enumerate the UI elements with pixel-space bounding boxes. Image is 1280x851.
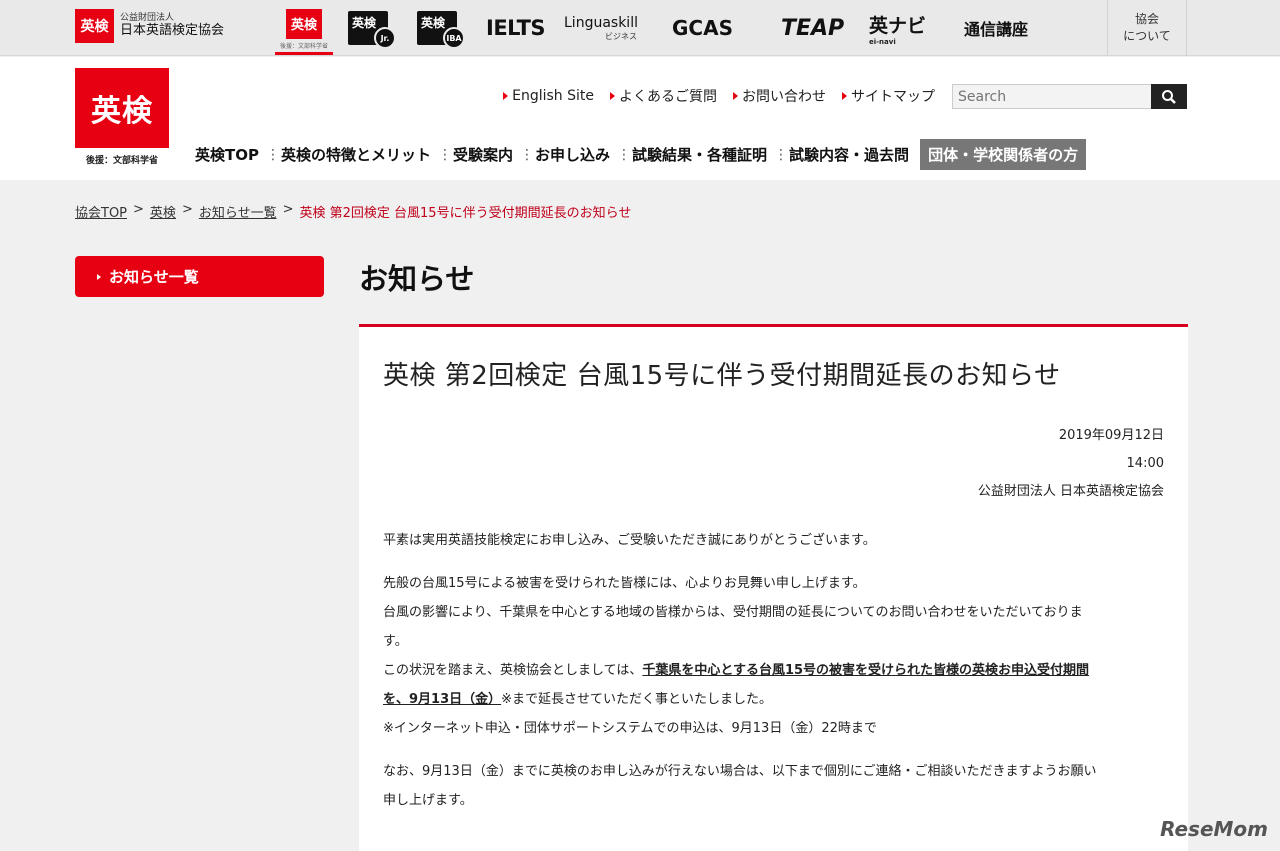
util-link-sitemap[interactable]: サイトマップ <box>842 86 935 106</box>
article-meta: 2019年09月12日 14:00 公益財団法人 日本英語検定協会 <box>383 422 1164 506</box>
arrow-right-icon <box>610 92 615 100</box>
org-name-label: 日本英語検定協会 <box>120 22 225 38</box>
breadcrumb-separator: > <box>181 202 193 217</box>
nav-apply[interactable]: お申し込み <box>528 144 617 165</box>
org-logo[interactable]: 英検 公益財団法人 日本英語検定協会 <box>75 9 224 43</box>
brand-linguaskill[interactable]: Linguaskill ビジネス <box>564 6 638 50</box>
text-span: ※まで延長させていただく事といたしました。 <box>501 692 773 707</box>
breadcrumb-separator: > <box>282 202 294 217</box>
jr-badge-text: 英検 <box>352 16 377 30</box>
about-line1: 協会 <box>1134 12 1159 27</box>
brand-eiken-iba[interactable]: 英検 IBA <box>417 6 465 50</box>
main-eiken-logo[interactable]: 英検 <box>75 68 169 148</box>
breadcrumb-news-link[interactable]: お知らせ一覧 <box>199 202 277 221</box>
jr-circle-badge: Jr. <box>374 27 396 49</box>
emphasized-text: 千葉県を中心とする台風15号の被害を受けられた皆様の英検お申込受付期間 <box>642 663 1090 678</box>
util-link-english-site[interactable]: English Site <box>503 86 594 106</box>
global-nav: 英検TOP ⋮ 英検の特徴とメリット ⋮ 受験案内 ⋮ お申し込み ⋮ 試験結果… <box>188 139 1087 170</box>
text-line: ※インターネット申込・団体サポートシステムでの申込は、9月13日（金）22時まで <box>383 721 877 736</box>
search-button[interactable] <box>1151 84 1187 109</box>
gcas-logo-text: GCAS <box>672 16 733 40</box>
article-title: 英検 第2回検定 台風15号に伴う受付期間延長のお知らせ <box>383 361 1061 391</box>
article-time: 14:00 <box>1126 456 1164 471</box>
utility-links: English Site よくあるご質問 お問い合わせ サイトマップ <box>503 86 935 106</box>
paragraph: なお、9月13日（金）までに英検のお申し込みが行えない場合は、以下まで個別にご連… <box>383 757 1164 815</box>
page-title: お知らせ <box>359 262 475 296</box>
nav-results[interactable]: 試験結果・各種証明 <box>625 144 774 165</box>
brand-ielts[interactable]: IELTS <box>486 6 546 50</box>
nav-divider: ⋮ <box>438 146 452 163</box>
brand-correspondence[interactable]: 通信講座 <box>964 6 1028 50</box>
arrow-right-icon <box>503 92 509 100</box>
top-brand-bar: 英検 公益財団法人 日本英語検定協会 英検 後援：文部科学省 英検 Jr. 英検 I… <box>0 0 1280 56</box>
arrow-right-icon <box>842 92 847 100</box>
nav-exam-guide[interactable]: 受験案内 <box>446 144 520 165</box>
text-line: なお、9月13日（金）までに英検のお申し込みが行えない場合は、以下まで個別にご連… <box>383 764 1097 779</box>
iba-badge-text: 英検 <box>421 16 446 30</box>
paragraph: 平素は実用英語技能検定にお申し込み、ご受験いただき誠にありがとうございます。 <box>383 533 876 548</box>
article: 英検 第2回検定 台風15号に伴う受付期間延長のお知らせ 2019年09月12日… <box>359 324 1188 851</box>
article-date: 2019年09月12日 <box>1058 428 1164 443</box>
eikennavi-sub-label: ei-navi <box>869 37 896 46</box>
eiken-tab-caption: 後援：文部科学省 <box>279 42 328 50</box>
nav-divider: ⋮ <box>774 146 788 163</box>
text-line: 先般の台風15号による被害を受けられた皆様には、心よりお見舞い申し上げます。 <box>383 576 866 591</box>
breadcrumb-eiken-link[interactable]: 英検 <box>150 202 176 221</box>
text-line: を、9月13日（金）※まで延長させていただく事といたしました。 <box>383 685 1164 714</box>
paragraph: 先般の台風15号による被害を受けられた皆様には、心よりお見舞い申し上げます。 台… <box>383 569 1164 743</box>
util-link-label: サイトマップ <box>851 89 935 105</box>
text-line: この状況を踏まえ、英検協会としましては、千葉県を中心とする台風15号の被害を受け… <box>383 656 1164 685</box>
article-body: 平素は実用英語技能検定にお申し込み、ご受験いただき誠にありがとうございます。 先… <box>383 526 1164 815</box>
logo-caption: 後援：文部科学省 <box>85 156 158 166</box>
linguaskill-sub-label: ビジネス <box>604 31 637 41</box>
arrow-right-icon <box>733 92 738 100</box>
iba-circle-badge: IBA <box>443 27 465 49</box>
util-link-label: よくあるご質問 <box>619 89 717 105</box>
eiken-badge: 英検 <box>286 8 322 39</box>
nav-divider: ⋮ <box>617 146 631 163</box>
text-line: 台風の影響により、千葉県を中心とする地域の皆様からは、受付期間の延長についてのお… <box>383 605 1083 620</box>
nav-features[interactable]: 英検の特徴とメリット <box>274 144 438 165</box>
teap-logo-text: TEAP <box>781 15 845 41</box>
brand-gcas[interactable]: GCAS <box>672 6 733 50</box>
text-line: す。 <box>383 634 408 649</box>
site-header: 英検 後援：文部科学省 English Site よくあるご質問 お問い合わせ … <box>0 57 1280 180</box>
breadcrumb-home-link[interactable]: 協会TOP <box>75 202 127 221</box>
ielts-logo-text: IELTS <box>486 16 546 40</box>
nav-eiken-top[interactable]: 英検TOP <box>188 144 266 165</box>
text-line: 申し上げます。 <box>383 793 473 808</box>
nav-divider: ⋮ <box>520 146 534 163</box>
article-org: 公益財団法人 日本英語検定協会 <box>977 484 1164 499</box>
news-list-button[interactable]: お知らせ一覧 <box>75 256 324 297</box>
org-logo-badge: 英検 <box>75 9 114 43</box>
util-link-label: English Site <box>512 88 594 104</box>
breadcrumb: 協会TOP > 英検 > お知らせ一覧 > 英検 第2回検定 台風15号に伴う受… <box>75 202 631 221</box>
nav-past-exams[interactable]: 試験内容・過去問 <box>782 144 916 165</box>
brand-eiken-jr[interactable]: 英検 Jr. <box>348 6 396 50</box>
brand-teap[interactable]: TEAP <box>781 6 844 50</box>
search-input[interactable] <box>952 84 1151 109</box>
brand-eiken-tab[interactable]: 英検 後援：文部科学省 <box>275 6 333 55</box>
correspondence-label: 通信講座 <box>964 20 1029 39</box>
search-icon <box>1162 89 1176 104</box>
eikennavi-logo-text: 英ナビ <box>869 14 927 37</box>
arrow-right-icon <box>97 273 101 280</box>
linguaskill-logo-text: Linguaskill <box>564 14 638 31</box>
watermark-logo: ReseMom <box>1160 817 1268 841</box>
text-span: この状況を踏まえ、英検協会としましては、 <box>383 663 643 678</box>
breadcrumb-separator: > <box>133 202 144 217</box>
breadcrumb-current: 英検 第2回検定 台風15号に伴う受付期間延長のお知らせ <box>299 206 632 221</box>
nav-divider: ⋮ <box>265 146 280 163</box>
emphasized-text: を、9月13日（金） <box>383 692 502 707</box>
util-link-label: お問い合わせ <box>742 89 826 105</box>
util-link-faq[interactable]: よくあるご質問 <box>610 86 717 106</box>
news-list-label: お知らせ一覧 <box>109 268 199 286</box>
brand-eikennavi[interactable]: 英ナビ ei-navi <box>869 6 926 50</box>
search-box <box>952 84 1187 109</box>
about-line2: について <box>1123 29 1171 43</box>
util-link-contact[interactable]: お問い合わせ <box>733 86 826 106</box>
nav-organizations[interactable]: 団体・学校関係者の方 <box>920 139 1087 170</box>
about-link[interactable]: 協会 について <box>1107 0 1187 56</box>
